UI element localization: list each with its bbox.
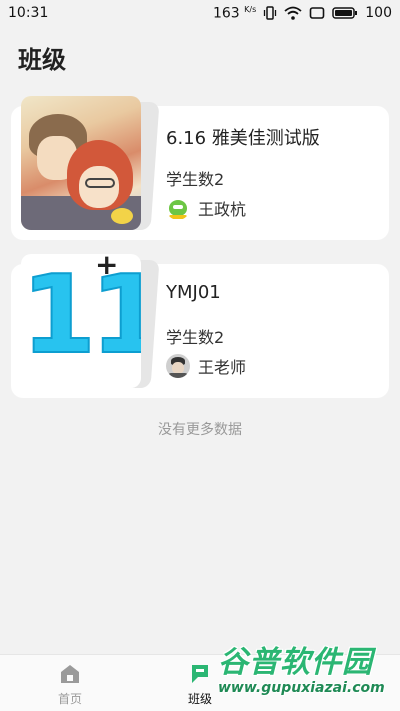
- status-indicators: 163 K/s 100: [213, 5, 392, 22]
- class-cover: [21, 96, 160, 230]
- watermark-url: www.gupuxiazai.com: [218, 680, 385, 696]
- teacher-avatar: [166, 196, 190, 220]
- home-icon: [61, 665, 79, 683]
- class-card[interactable]: 11 + YMJ01 学生数2 王老师: [11, 254, 389, 398]
- teacher-info: 王老师: [166, 354, 246, 378]
- status-bar: 10:31 163 K/s 100: [0, 0, 400, 26]
- cover-plus-mark: +: [95, 254, 119, 281]
- class-title: 6.16 雅美佳测试版: [166, 128, 320, 149]
- vibrate-icon: [264, 6, 277, 20]
- teacher-name: 王政杭: [198, 200, 247, 219]
- battery-icon: [332, 7, 358, 19]
- teacher-info: 王政杭: [166, 196, 246, 220]
- page-title: 班级: [18, 46, 66, 74]
- number-11-graphic: 11 +: [21, 254, 141, 388]
- cover-digits: 11: [21, 254, 141, 378]
- network-speed: 163 K/s: [212, 4, 257, 22]
- nav-tab-label: 班级: [187, 692, 212, 706]
- student-count: 学生数2: [166, 328, 225, 347]
- class-card[interactable]: 6.16 雅美佳测试版 学生数2 王政杭: [11, 96, 389, 240]
- battery-level: 100: [365, 5, 392, 21]
- class-cover: 11 +: [21, 254, 160, 388]
- teacher-avatar: [166, 354, 190, 378]
- status-time: 10:31: [8, 5, 49, 21]
- teacher-name: 王老师: [198, 358, 247, 377]
- site-watermark: 谷普软件园 www.gupuxiazai.com: [218, 646, 400, 711]
- nav-tab-home[interactable]: 首页: [40, 662, 100, 707]
- wifi-icon: [284, 6, 302, 20]
- anime-couple-illustration: [21, 96, 141, 230]
- class-flag-icon: [192, 665, 208, 683]
- class-title: YMJ01: [166, 282, 221, 303]
- nav-tab-label: 首页: [57, 692, 82, 706]
- list-end-text: 没有更多数据: [158, 422, 242, 438]
- student-count: 学生数2: [166, 170, 225, 189]
- screen-icon: [309, 7, 325, 19]
- watermark-title: 谷普软件园: [218, 645, 373, 680]
